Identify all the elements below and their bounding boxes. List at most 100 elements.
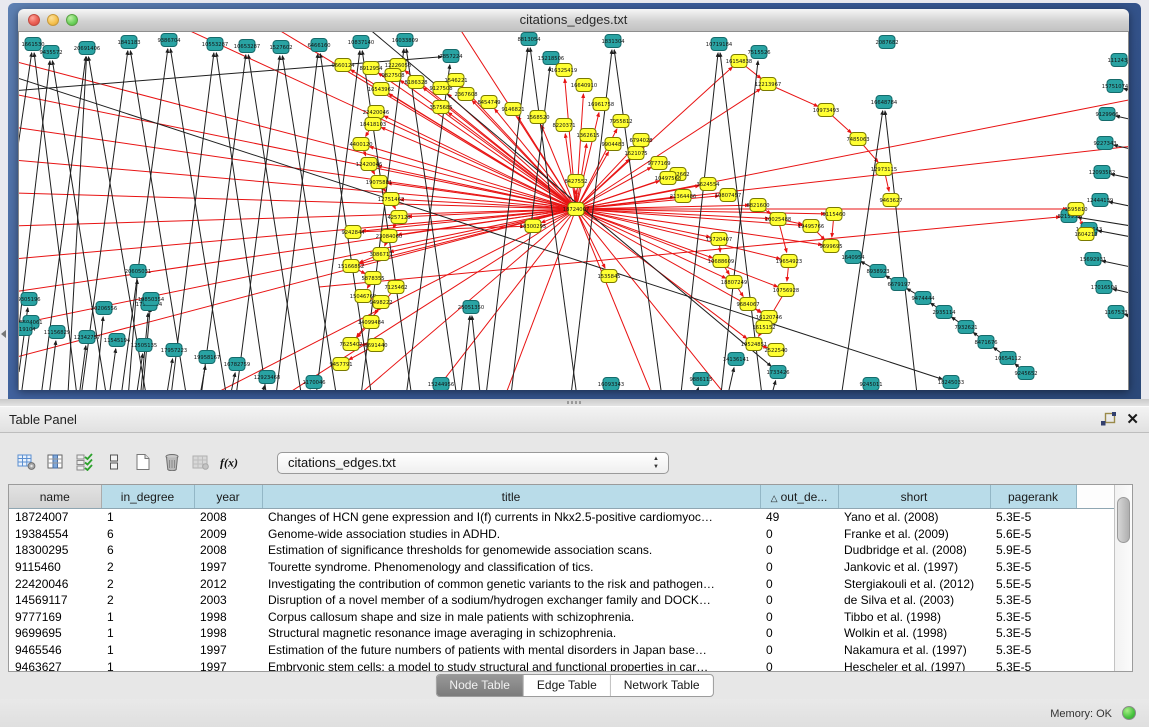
graph-node[interactable]: 15751074 bbox=[1102, 80, 1128, 93]
close-window-button[interactable] bbox=[28, 14, 40, 26]
graph-node[interactable]: 5878355 bbox=[361, 272, 384, 285]
delete-columns-icon[interactable] bbox=[157, 449, 186, 475]
table-settings-icon[interactable] bbox=[12, 449, 41, 475]
graph-node[interactable]: 9146821 bbox=[501, 103, 524, 116]
graph-node[interactable]: 12923468 bbox=[254, 371, 280, 384]
column-header-title[interactable]: title bbox=[262, 485, 760, 509]
column-header-short[interactable]: short bbox=[838, 485, 990, 509]
graph-node[interactable]: 19958167 bbox=[194, 351, 220, 364]
graph-node[interactable]: 16093343 bbox=[598, 378, 624, 391]
graph-node[interactable]: 7125462 bbox=[384, 281, 407, 294]
graph-node[interactable]: 1362615 bbox=[576, 129, 599, 142]
column-header-pagerank[interactable]: pagerank bbox=[990, 485, 1076, 509]
graph-edge[interactable] bbox=[34, 53, 79, 390]
graph-node[interactable]: 9242844 bbox=[341, 226, 365, 239]
column-header-filler[interactable] bbox=[1076, 485, 1114, 509]
graph-edge[interactable] bbox=[1098, 231, 1128, 244]
graph-node[interactable]: 18245033 bbox=[938, 376, 964, 389]
graph-node[interactable]: 9386704 bbox=[157, 34, 181, 47]
graph-edge[interactable] bbox=[107, 349, 116, 390]
delete-table-icon[interactable] bbox=[186, 449, 215, 475]
graph-node[interactable]: 9245011 bbox=[859, 378, 882, 391]
graph-node[interactable]: 7485063 bbox=[846, 133, 869, 146]
graph-node[interactable]: 1167533 bbox=[1104, 306, 1127, 319]
graph-node[interactable]: 16961758 bbox=[588, 98, 614, 111]
graph-node[interactable]: 12444139 bbox=[1087, 194, 1113, 207]
network-window-titlebar[interactable]: citations_edges.txt bbox=[18, 9, 1129, 32]
graph-node[interactable]: 1527602 bbox=[269, 41, 292, 54]
graph-node[interactable]: 15692931 bbox=[1080, 253, 1106, 266]
splitter-grip[interactable] bbox=[567, 401, 581, 404]
graph-node[interactable]: 8186328 bbox=[404, 76, 427, 89]
graph-edge[interactable] bbox=[19, 192, 576, 209]
graph-edge[interactable] bbox=[19, 52, 576, 209]
graph-node[interactable]: 20206556 bbox=[91, 302, 117, 315]
graph-edge[interactable] bbox=[248, 55, 304, 390]
graph-node[interactable]: 9463627 bbox=[879, 194, 902, 207]
graph-node[interactable]: 17016504 bbox=[1091, 281, 1118, 294]
graph-node[interactable]: 6794028 bbox=[629, 134, 652, 147]
graph-node[interactable]: 10025488 bbox=[765, 213, 791, 226]
graph-node[interactable]: 12505135 bbox=[131, 339, 157, 352]
graph-node[interactable]: 9245652 bbox=[1014, 367, 1037, 380]
graph-node[interactable]: 16154838 bbox=[726, 55, 752, 68]
graph-node[interactable]: 1661530 bbox=[21, 38, 44, 51]
graph-node[interactable]: 1535845 bbox=[597, 270, 620, 283]
graph-node[interactable]: 9777169 bbox=[647, 157, 670, 170]
graph-edge[interactable] bbox=[767, 381, 776, 390]
collapse-panel-arrow-icon[interactable] bbox=[1, 330, 6, 338]
column-header-out_de...[interactable]: △out_de... bbox=[760, 485, 838, 509]
table-row[interactable]: 969969511998Structural magnetic resonanc… bbox=[9, 625, 1114, 642]
graph-node[interactable]: 1595810 bbox=[1064, 203, 1087, 216]
graph-node[interactable]: 8427552 bbox=[564, 175, 587, 188]
graph-node[interactable]: 1621075 bbox=[624, 147, 647, 160]
graph-edge[interactable] bbox=[576, 92, 1128, 209]
table-row[interactable]: 1938455462009Genome-wide association stu… bbox=[9, 526, 1114, 543]
table-row[interactable]: 1830029562008Estimation of significance … bbox=[9, 542, 1114, 559]
graph-node[interactable]: 7515526 bbox=[747, 46, 770, 59]
graph-node[interactable]: 9498222 bbox=[369, 296, 392, 309]
graph-node[interactable]: 1546221 bbox=[444, 74, 467, 87]
graph-node[interactable]: 3575685 bbox=[429, 101, 452, 114]
graph-node[interactable]: 9227343 bbox=[1093, 137, 1116, 150]
graph-node[interactable]: 1112438 bbox=[1107, 54, 1128, 67]
graph-node[interactable]: 20605031 bbox=[125, 265, 151, 278]
table-row[interactable]: 1456911722003Disruption of a novel membe… bbox=[9, 592, 1114, 609]
graph-edge[interactable] bbox=[259, 209, 576, 390]
graph-node[interactable]: 8912954 bbox=[359, 62, 383, 75]
table-mode-icon[interactable] bbox=[99, 449, 128, 475]
graph-node[interactable]: 3624554 bbox=[696, 178, 720, 191]
graph-node[interactable]: 9684067 bbox=[736, 298, 759, 311]
graph-node[interactable]: 8938923 bbox=[866, 265, 889, 278]
table-row[interactable]: 946554611997Estimation of the future num… bbox=[9, 642, 1114, 659]
graph-edge[interactable] bbox=[227, 373, 235, 390]
table-source-select[interactable]: citations_edges.txt ▲▼ bbox=[277, 452, 669, 474]
table-scrollbar-thumb[interactable] bbox=[1117, 497, 1130, 543]
memory-status-indicator[interactable] bbox=[1122, 706, 1136, 720]
graph-node[interactable]: 1831304 bbox=[601, 35, 625, 48]
graph-node[interactable]: 16648784 bbox=[871, 96, 898, 109]
graph-node[interactable]: 10654112 bbox=[995, 352, 1021, 365]
graph-node[interactable]: 1568520 bbox=[526, 111, 549, 124]
table-scrollbar[interactable] bbox=[1114, 485, 1132, 671]
network-canvas[interactable]: 1661530943557220691406184118393867041055… bbox=[18, 32, 1129, 390]
graph-node[interactable]: 8220371 bbox=[552, 119, 575, 132]
graph-node[interactable]: 19524851 bbox=[741, 338, 767, 351]
graph-node[interactable]: 16325419 bbox=[551, 64, 577, 77]
citation-network-graph[interactable]: 1661530943557220691406184118393867041055… bbox=[19, 32, 1128, 390]
graph-edge[interactable] bbox=[257, 386, 265, 390]
tab-network-table[interactable]: Network Table bbox=[611, 675, 713, 696]
graph-edge[interactable] bbox=[282, 56, 339, 390]
graph-node[interactable]: 9827508 bbox=[381, 69, 404, 82]
graph-node[interactable]: 14099484 bbox=[358, 316, 385, 329]
graph-node[interactable]: 4400120 bbox=[349, 138, 372, 151]
graph-node[interactable]: 9691440 bbox=[364, 339, 387, 352]
graph-edge[interactable] bbox=[679, 53, 718, 390]
graph-node[interactable]: 1604213 bbox=[1074, 228, 1097, 241]
minimize-window-button[interactable] bbox=[47, 14, 59, 26]
graph-edge[interactable] bbox=[199, 55, 246, 390]
graph-node[interactable]: 10688609 bbox=[708, 255, 734, 268]
graph-edge[interactable] bbox=[1125, 314, 1128, 327]
graph-node[interactable]: 16033809 bbox=[392, 34, 418, 47]
graph-node[interactable]: 10553287 bbox=[202, 38, 228, 51]
